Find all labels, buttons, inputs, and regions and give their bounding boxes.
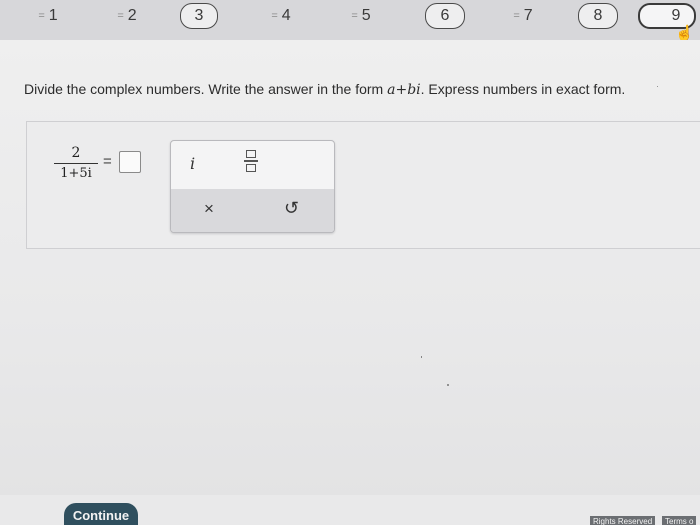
- question-6-button[interactable]: 6: [425, 3, 465, 29]
- answered-mark: =: [271, 10, 278, 22]
- instruction-text-end: . Express numbers in exact form.: [420, 81, 626, 97]
- question-2-button[interactable]: = 2: [108, 3, 146, 29]
- question-number: 1: [48, 7, 58, 24]
- fraction-numerator: 2: [71, 145, 81, 161]
- footer-rights-text: Rights Reserved: [590, 516, 656, 525]
- fraction-denominator-slot-icon: [246, 163, 256, 172]
- palette-actions: [171, 189, 334, 232]
- clear-button[interactable]: ×: [204, 199, 214, 219]
- fraction-line-icon: [244, 160, 258, 162]
- question-number: 9: [671, 7, 681, 24]
- question-number: 3: [194, 7, 204, 24]
- equals-sign: =: [103, 153, 112, 170]
- question-5-button[interactable]: = 5: [342, 3, 380, 29]
- question-1-button[interactable]: = 1: [30, 3, 66, 29]
- fraction-numerator-slot-icon: [246, 150, 256, 158]
- question-number: 4: [281, 7, 291, 24]
- question-number: 7: [523, 7, 533, 24]
- screen-speck: [421, 356, 422, 358]
- question-3-button[interactable]: 3: [180, 3, 218, 29]
- screen-speck: [657, 86, 658, 87]
- question-7-button[interactable]: = 7: [503, 3, 543, 29]
- question-number: 5: [361, 7, 371, 24]
- answer-input[interactable]: [119, 151, 141, 173]
- question-8-button[interactable]: 8: [578, 3, 618, 29]
- screen-speck: [447, 384, 449, 386]
- problem-fraction: 2 1+5i: [54, 145, 98, 182]
- answer-panel: [26, 121, 700, 249]
- question-number: 6: [440, 7, 450, 24]
- undo-button[interactable]: ↺: [284, 198, 299, 219]
- question-number: 8: [593, 7, 603, 24]
- instruction-text: Divide the complex numbers. Write the an…: [24, 81, 388, 97]
- answered-mark: =: [351, 10, 358, 22]
- insert-fraction-button[interactable]: [244, 150, 258, 176]
- answered-mark: =: [117, 10, 124, 22]
- answered-mark: =: [513, 10, 520, 22]
- fraction-bar: [54, 163, 98, 164]
- continue-button[interactable]: Continue: [64, 503, 138, 525]
- answered-mark: =: [38, 10, 45, 22]
- question-number: 2: [127, 7, 137, 24]
- question-navigation-bar: = 1 = 2 3 = 4 = 5 6 = 7 8 9 ☝: [0, 0, 700, 42]
- terms-link[interactable]: Terms o: [662, 516, 697, 525]
- answer-form-math: a+bi: [387, 82, 421, 98]
- question-instruction: Divide the complex numbers. Write the an…: [24, 81, 625, 98]
- question-4-button[interactable]: = 4: [262, 3, 300, 29]
- insert-i-button[interactable]: i: [190, 154, 195, 173]
- fraction-denominator: 1+5i: [60, 166, 92, 181]
- question-workspace: [0, 40, 700, 498]
